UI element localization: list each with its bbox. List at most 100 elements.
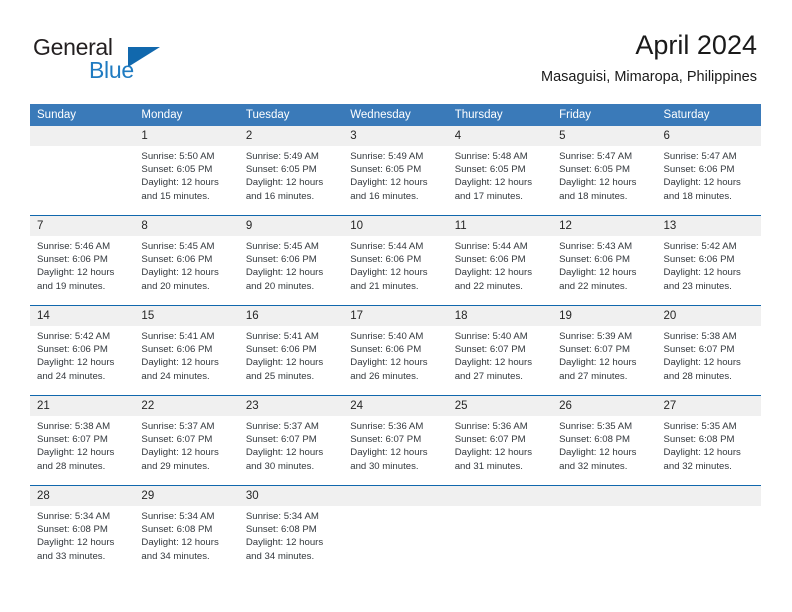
daylight-duration-line1: Daylight: 12 hours	[141, 267, 219, 279]
daylight-duration-line1: Daylight: 12 hours	[141, 537, 219, 549]
calendar-day-cell[interactable]	[656, 485, 761, 575]
calendar-day-cell[interactable]	[552, 485, 657, 575]
calendar-day-cell[interactable]: 25 Sunrise: 5:36 AM Sunset: 6:07 PM Dayligh…	[447, 395, 553, 486]
sunrise-time: Sunrise: 5:37 AM	[141, 421, 215, 432]
day-number	[447, 486, 553, 506]
day-cell-inner	[656, 486, 761, 575]
day-cell-inner	[447, 486, 553, 575]
day-number: 25	[447, 396, 553, 416]
calendar-day-cell[interactable]: 28 Sunrise: 5:34 AM Sunset: 6:08 PM Dayligh…	[30, 485, 135, 575]
day-number: 14	[30, 306, 135, 326]
calendar-day-cell[interactable]: 23 Sunrise: 5:37 AM Sunset: 6:07 PM Dayligh…	[238, 395, 344, 486]
calendar-day-cell[interactable]: 27 Sunrise: 5:35 AM Sunset: 6:08 PM Dayligh…	[656, 395, 761, 486]
day-details: Sunrise: 5:36 AM Sunset: 6:07 PM Daylight:…	[448, 416, 552, 473]
daylight-duration-line1: Daylight: 12 hours	[663, 267, 741, 279]
day-details	[448, 506, 552, 510]
daylight-duration-line2: and 33 minutes.	[37, 550, 106, 562]
day-number: 2	[238, 126, 344, 146]
calendar-day-cell[interactable]: 30 Sunrise: 5:34 AM Sunset: 6:08 PM Dayligh…	[238, 485, 344, 575]
calendar-day-cell[interactable]: 1 Sunrise: 5:50 AM Sunset: 6:05 PM Daylight…	[134, 126, 239, 216]
day-details: Sunrise: 5:41 AM Sunset: 6:06 PM Daylight:…	[239, 326, 343, 383]
calendar-day-cell[interactable]: 10 Sunrise: 5:44 AM Sunset: 6:06 PM Dayligh…	[343, 215, 448, 306]
calendar-week-row: 7 Sunrise: 5:46 AM Sunset: 6:06 PM Daylight…	[30, 215, 761, 306]
sunrise-time: Sunrise: 5:34 AM	[245, 511, 319, 522]
daylight-duration-line2: and 20 minutes.	[141, 280, 210, 292]
day-details: Sunrise: 5:34 AM Sunset: 6:08 PM Daylight:…	[239, 506, 343, 563]
calendar-day-cell[interactable]	[30, 126, 135, 216]
day-details	[343, 506, 447, 510]
calendar-day-cell[interactable]: 24 Sunrise: 5:36 AM Sunset: 6:07 PM Dayligh…	[343, 395, 448, 486]
sunrise-time: Sunrise: 5:47 AM	[663, 151, 737, 162]
day-details: Sunrise: 5:49 AM Sunset: 6:05 PM Daylight:…	[343, 146, 447, 203]
calendar-day-cell[interactable]: 9 Sunrise: 5:45 AM Sunset: 6:06 PM Daylight…	[238, 215, 344, 306]
calendar-day-cell[interactable]: 12 Sunrise: 5:43 AM Sunset: 6:06 PM Dayligh…	[552, 215, 657, 306]
day-cell-inner: 5 Sunrise: 5:47 AM Sunset: 6:05 PM Daylight…	[552, 126, 657, 215]
sunset-time: Sunset: 6:06 PM	[350, 344, 422, 356]
sunrise-time: Sunrise: 5:41 AM	[245, 331, 319, 342]
daylight-duration-line1: Daylight: 12 hours	[559, 447, 637, 459]
calendar-day-cell[interactable]: 4 Sunrise: 5:48 AM Sunset: 6:05 PM Daylight…	[447, 126, 553, 216]
calendar-day-cell[interactable]: 2 Sunrise: 5:49 AM Sunset: 6:05 PM Daylight…	[238, 126, 344, 216]
calendar-day-cell[interactable]: 15 Sunrise: 5:41 AM Sunset: 6:06 PM Dayligh…	[134, 305, 239, 396]
calendar-day-cell[interactable]: 26 Sunrise: 5:35 AM Sunset: 6:08 PM Dayligh…	[552, 395, 657, 486]
calendar-day-cell[interactable]: 22 Sunrise: 5:37 AM Sunset: 6:07 PM Dayligh…	[134, 395, 239, 486]
calendar-day-cell[interactable]: 17 Sunrise: 5:40 AM Sunset: 6:06 PM Dayligh…	[343, 305, 448, 396]
daylight-duration-line2: and 30 minutes.	[245, 460, 315, 472]
daylight-duration-line1: Daylight: 12 hours	[141, 447, 219, 459]
day-number: 9	[238, 216, 344, 236]
sunset-time: Sunset: 6:05 PM	[559, 164, 631, 176]
sunrise-time: Sunrise: 5:42 AM	[37, 331, 111, 342]
day-details: Sunrise: 5:40 AM Sunset: 6:07 PM Daylight:…	[448, 326, 552, 383]
calendar-day-cell[interactable]: 14 Sunrise: 5:42 AM Sunset: 6:06 PM Dayligh…	[30, 305, 135, 396]
day-number: 8	[134, 216, 239, 236]
day-cell-inner: 12 Sunrise: 5:43 AM Sunset: 6:06 PM Dayligh…	[552, 216, 657, 305]
calendar-day-cell[interactable]: 6 Sunrise: 5:47 AM Sunset: 6:06 PM Daylight…	[656, 126, 761, 216]
day-number: 27	[656, 396, 761, 416]
day-cell-inner: 11 Sunrise: 5:44 AM Sunset: 6:06 PM Dayligh…	[447, 216, 553, 305]
day-number	[30, 126, 135, 146]
general-blue-logo[interactable]: General Blue	[33, 34, 233, 88]
day-cell-inner: 27 Sunrise: 5:35 AM Sunset: 6:08 PM Dayligh…	[656, 396, 761, 485]
day-number: 11	[447, 216, 553, 236]
day-number	[343, 486, 448, 506]
calendar-day-cell[interactable]: 7 Sunrise: 5:46 AM Sunset: 6:06 PM Daylight…	[30, 215, 135, 306]
day-number: 20	[656, 306, 761, 326]
calendar-day-cell[interactable]: 13 Sunrise: 5:42 AM Sunset: 6:06 PM Dayligh…	[656, 215, 761, 306]
calendar-day-cell[interactable]	[343, 485, 448, 575]
day-number: 12	[552, 216, 657, 236]
day-number: 26	[552, 396, 657, 416]
day-details: Sunrise: 5:49 AM Sunset: 6:05 PM Daylight:…	[239, 146, 343, 203]
sunset-time: Sunset: 6:06 PM	[559, 254, 631, 266]
day-number: 18	[447, 306, 553, 326]
logo-text-blue: Blue	[89, 57, 134, 83]
calendar-day-cell[interactable]: 5 Sunrise: 5:47 AM Sunset: 6:05 PM Daylight…	[552, 126, 657, 216]
calendar-day-cell[interactable]: 11 Sunrise: 5:44 AM Sunset: 6:06 PM Dayligh…	[447, 215, 553, 306]
sunrise-time: Sunrise: 5:49 AM	[245, 151, 319, 162]
daylight-duration-line1: Daylight: 12 hours	[559, 177, 637, 189]
calendar-day-cell[interactable]: 3 Sunrise: 5:49 AM Sunset: 6:05 PM Daylight…	[343, 126, 448, 216]
day-details: Sunrise: 5:37 AM Sunset: 6:07 PM Daylight:…	[134, 416, 238, 473]
calendar-day-cell[interactable]: 19 Sunrise: 5:39 AM Sunset: 6:07 PM Dayligh…	[552, 305, 657, 396]
calendar-day-cell[interactable]: 16 Sunrise: 5:41 AM Sunset: 6:06 PM Dayligh…	[238, 305, 344, 396]
day-details: Sunrise: 5:46 AM Sunset: 6:06 PM Daylight:…	[30, 236, 134, 293]
calendar-day-cell[interactable]: 21 Sunrise: 5:38 AM Sunset: 6:07 PM Dayligh…	[30, 395, 135, 486]
day-number: 1	[134, 126, 239, 146]
daylight-duration-line1: Daylight: 12 hours	[245, 177, 324, 189]
daylight-duration-line2: and 17 minutes.	[454, 190, 523, 202]
calendar-day-cell[interactable]	[447, 485, 553, 575]
calendar-day-cell[interactable]: 29 Sunrise: 5:34 AM Sunset: 6:08 PM Dayligh…	[134, 485, 239, 575]
sunrise-time: Sunrise: 5:41 AM	[141, 331, 215, 342]
day-number: 22	[134, 396, 239, 416]
calendar-day-cell[interactable]: 18 Sunrise: 5:40 AM Sunset: 6:07 PM Dayligh…	[447, 305, 553, 396]
day-cell-inner: 18 Sunrise: 5:40 AM Sunset: 6:07 PM Dayligh…	[447, 306, 553, 395]
day-cell-inner: 13 Sunrise: 5:42 AM Sunset: 6:06 PM Dayligh…	[656, 216, 761, 305]
page-title: April 2024	[635, 30, 757, 60]
daylight-duration-line1: Daylight: 12 hours	[245, 267, 324, 279]
calendar-day-cell[interactable]: 20 Sunrise: 5:38 AM Sunset: 6:07 PM Dayligh…	[656, 305, 761, 396]
day-cell-inner: 26 Sunrise: 5:35 AM Sunset: 6:08 PM Dayligh…	[552, 396, 657, 485]
daylight-duration-line2: and 16 minutes.	[245, 190, 315, 202]
day-cell-inner: 16 Sunrise: 5:41 AM Sunset: 6:06 PM Dayligh…	[238, 306, 344, 395]
daylight-duration-line2: and 34 minutes.	[141, 550, 210, 562]
day-details: Sunrise: 5:38 AM Sunset: 6:07 PM Daylight:…	[30, 416, 134, 473]
calendar-day-cell[interactable]: 8 Sunrise: 5:45 AM Sunset: 6:06 PM Daylight…	[134, 215, 239, 306]
